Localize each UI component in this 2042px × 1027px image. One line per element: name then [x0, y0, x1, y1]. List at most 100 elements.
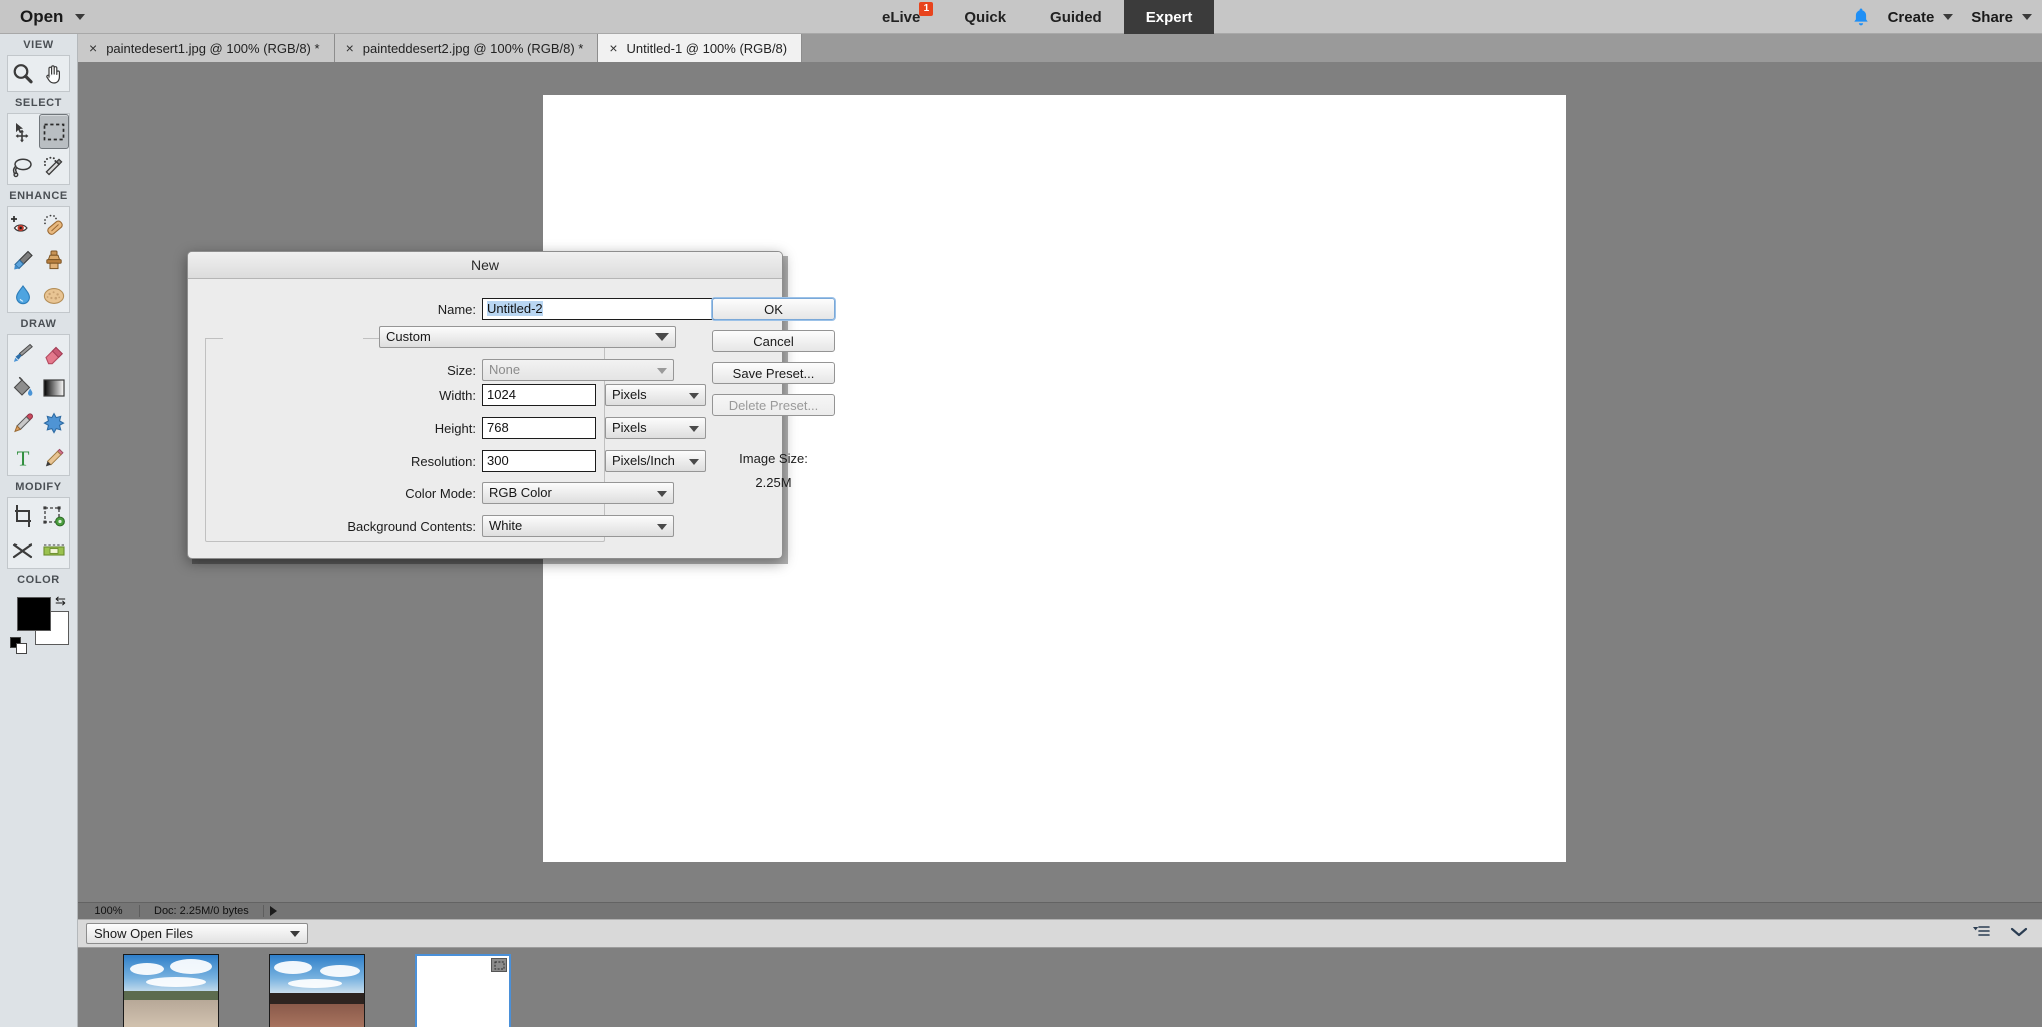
- height-input[interactable]: 768: [482, 417, 596, 439]
- open-button[interactable]: Open: [14, 4, 91, 30]
- pencil-tool-icon[interactable]: [39, 440, 70, 475]
- ok-button[interactable]: OK: [712, 298, 835, 320]
- brush-tool-icon[interactable]: [8, 335, 39, 370]
- gradient-tool-icon[interactable]: [39, 370, 70, 405]
- elive-notification-badge: 1: [919, 1, 934, 16]
- swap-colors-icon[interactable]: ⇆: [55, 593, 66, 609]
- close-icon[interactable]: ×: [346, 41, 354, 55]
- create-button-label: Create: [1887, 8, 1935, 26]
- close-icon[interactable]: ×: [609, 41, 617, 55]
- zoom-level-field[interactable]: 100%: [78, 905, 140, 917]
- thumbnail-cloud: [320, 965, 360, 977]
- hand-tool-icon[interactable]: [39, 56, 70, 91]
- notification-bell-icon[interactable]: [1852, 7, 1870, 27]
- lasso-tool-icon[interactable]: [8, 149, 39, 184]
- create-button[interactable]: Create: [1888, 9, 1954, 26]
- foreground-color-swatch[interactable]: [17, 597, 51, 631]
- play-arrow-icon[interactable]: [269, 906, 277, 916]
- caret-down-icon: [75, 14, 86, 20]
- smart-brush-tool-icon[interactable]: [8, 242, 39, 277]
- thumbnail-cloud: [274, 961, 312, 974]
- status-bar: 100% Doc: 2.25M/0 bytes: [78, 902, 2042, 919]
- width-unit-dropdown[interactable]: Pixels: [605, 384, 706, 406]
- resolution-input[interactable]: 300: [482, 450, 596, 472]
- tab-expert[interactable]: Expert: [1123, 0, 1215, 34]
- clone-stamp-tool-icon[interactable]: [39, 242, 70, 277]
- spot-healing-brush-tool-icon[interactable]: [39, 207, 70, 242]
- document-info-label: Doc: 2.25M/0 bytes: [140, 905, 264, 917]
- color-picker-tool-icon[interactable]: [8, 405, 39, 440]
- tool-group-draw: T: [7, 334, 70, 476]
- document-tab-untitled1[interactable]: × Untitled-1 @ 100% (RGB/8): [598, 34, 803, 62]
- width-input[interactable]: 1024: [482, 384, 596, 406]
- chevron-down-icon[interactable]: [2010, 925, 2028, 943]
- tool-group-modify: [7, 497, 70, 569]
- top-menu-bar: Open eLive 1 Quick Guided Expert Create …: [0, 0, 2042, 34]
- tab-quick-label: Quick: [964, 8, 1007, 26]
- paint-bucket-tool-icon[interactable]: [8, 370, 39, 405]
- blur-tool-icon[interactable]: [8, 277, 39, 312]
- bin-filter-dropdown[interactable]: Show Open Files: [86, 923, 308, 944]
- custom-shape-tool-icon[interactable]: [39, 405, 70, 440]
- resolution-unit-dropdown[interactable]: Pixels/Inch: [605, 450, 706, 472]
- tab-expert-label: Expert: [1145, 8, 1193, 26]
- height-unit-value: Pixels: [612, 420, 647, 435]
- thumbnail-ridge: [124, 990, 218, 1001]
- caret-down-icon: [1943, 14, 1954, 20]
- painteddesert2-thumbnail[interactable]: [269, 954, 365, 1027]
- width-value: 1024: [487, 387, 516, 402]
- tab-elive[interactable]: eLive 1: [860, 0, 942, 34]
- name-input-value: Untitled-2: [487, 301, 543, 316]
- painteddesert1-thumbnail[interactable]: [123, 954, 219, 1027]
- tool-section-label-select: SELECT: [15, 97, 62, 109]
- dialog-title: New: [188, 252, 782, 279]
- background-contents-label: Background Contents:: [347, 519, 476, 534]
- document-tab-strip: × paintedesert1.jpg @ 100% (RGB/8) * × p…: [78, 34, 2042, 62]
- red-eye-removal-tool-icon[interactable]: [8, 207, 39, 242]
- color-mode-label: Color Mode:: [405, 486, 476, 501]
- tab-guided[interactable]: Guided: [1028, 0, 1124, 34]
- document-tab-painteddesert1[interactable]: × paintedesert1.jpg @ 100% (RGB/8) *: [78, 34, 335, 62]
- sponge-tool-icon[interactable]: [39, 277, 70, 312]
- rectangular-marquee-tool-icon[interactable]: [38, 114, 69, 149]
- dialog-body: Name: Untitled-2 Preset: Custom Size: No…: [188, 279, 835, 559]
- document-tab-painteddesert2[interactable]: × painteddesert2.jpg @ 100% (RGB/8) *: [334, 34, 599, 62]
- tool-section-label-color: COLOR: [17, 574, 60, 586]
- size-dropdown[interactable]: None: [482, 359, 674, 381]
- thumbnail-slot: [244, 954, 390, 1027]
- tab-quick[interactable]: Quick: [942, 0, 1028, 34]
- width-unit-value: Pixels: [612, 387, 647, 402]
- zoom-tool-icon[interactable]: [8, 56, 39, 91]
- quick-selection-tool-icon[interactable]: [39, 149, 70, 184]
- share-button-label: Share: [1971, 8, 2013, 26]
- thumbnail-cloud: [146, 977, 206, 987]
- eraser-tool-icon[interactable]: [39, 335, 70, 370]
- height-unit-dropdown[interactable]: Pixels: [605, 417, 706, 439]
- background-contents-dropdown[interactable]: White: [482, 515, 674, 537]
- thumbnail-slot: [98, 954, 244, 1027]
- move-tool-icon[interactable]: [8, 114, 39, 149]
- delete-preset-button-label: Delete Preset...: [728, 397, 819, 413]
- type-tool-icon[interactable]: T: [8, 440, 39, 475]
- tools-panel: VIEW SELECT ENHANCE DRAW T MODIFY COLOR …: [0, 34, 78, 1027]
- document-tab-label: painteddesert2.jpg @ 100% (RGB/8) *: [362, 40, 584, 56]
- close-icon[interactable]: ×: [89, 41, 97, 55]
- tab-elive-label: eLive: [882, 8, 921, 26]
- resolution-unit-value: Pixels/Inch: [612, 453, 675, 468]
- color-mode-dropdown[interactable]: RGB Color: [482, 482, 674, 504]
- photoshop-elements-window: Open eLive 1 Quick Guided Expert Create …: [0, 0, 2042, 1027]
- bin-options-menu-icon[interactable]: [1972, 924, 1992, 943]
- untitled1-thumbnail[interactable]: [415, 954, 511, 1027]
- content-aware-move-tool-icon[interactable]: [8, 533, 39, 568]
- cancel-button[interactable]: Cancel: [712, 330, 835, 352]
- preset-dropdown[interactable]: Custom: [379, 326, 676, 348]
- header-actions: Create Share: [1852, 0, 2032, 34]
- save-preset-button[interactable]: Save Preset...: [712, 362, 835, 384]
- recompose-tool-icon[interactable]: [39, 498, 70, 533]
- caret-down-icon: [657, 368, 667, 374]
- size-value: None: [489, 362, 521, 377]
- background-contents-value: White: [489, 518, 523, 533]
- crop-tool-icon[interactable]: [8, 498, 39, 533]
- share-button[interactable]: Share: [1971, 9, 2032, 26]
- straighten-tool-icon[interactable]: [39, 533, 70, 568]
